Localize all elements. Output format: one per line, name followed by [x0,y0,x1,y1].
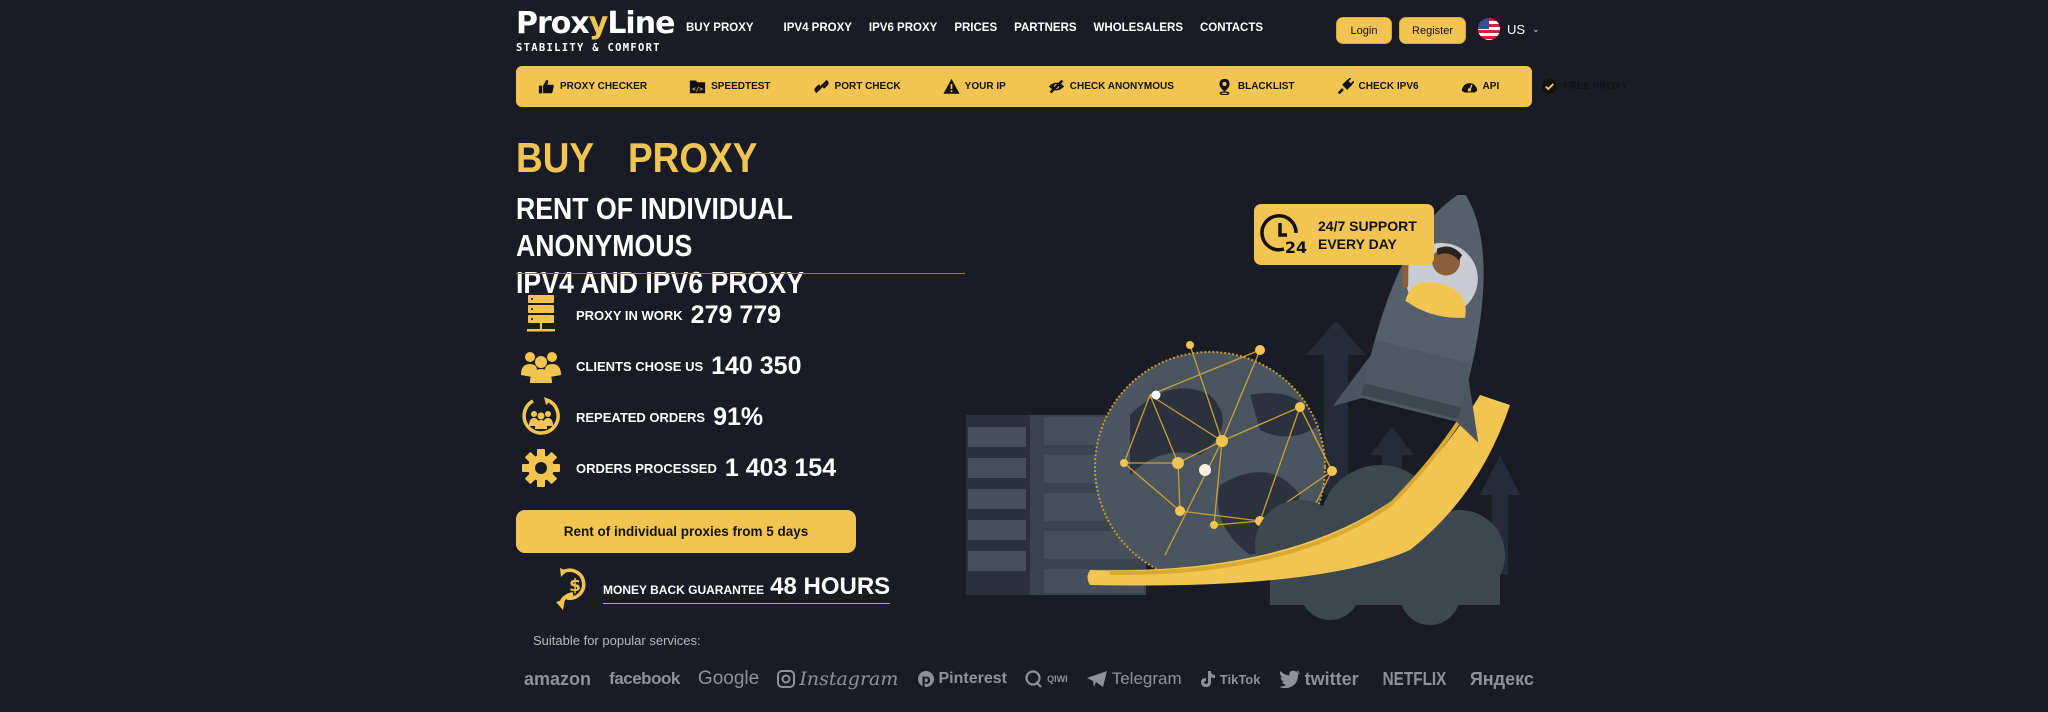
rent-proxies-button[interactable]: Rent of individual proxies from 5 days [516,510,856,553]
nav-partners[interactable]: PARTNERS [1014,22,1076,34]
tool-blacklist[interactable]: BLACKLIST [1216,78,1295,95]
repeat-users-icon [522,397,560,435]
brand-amazon: amazon [524,668,592,689]
logo-wordmark: ProxyLine [516,6,675,41]
brand-google: Google [697,668,760,689]
support-line1: 24/7 SUPPORT [1318,217,1417,234]
brand-twitter: twitter [1278,669,1359,690]
brand-pinterest: p Pinterest [917,670,1007,688]
pinterest-icon: p [917,671,934,688]
stat-orders-processed: ORDERS PROCESSED 1 403 154 [520,447,836,489]
support-line2: EVERY DAY [1318,235,1397,252]
tool-speedtest[interactable]: </> SPEEDTEST [689,78,771,95]
tool-check-ipv6[interactable]: CHECK IPV6 [1337,78,1419,95]
language-selector[interactable]: US ⌄ [1478,18,1540,40]
page-title: BUY PROXY [516,134,758,181]
stat-proxy-in-work: PROXY IN WORK 279 779 [520,294,781,336]
support-badge: 24 24/7 SUPPORT EVERY DAY [1254,204,1434,265]
users-icon [521,352,561,383]
divider [516,273,965,274]
tool-your-ip[interactable]: YOUR IP [943,78,1006,95]
svg-text:24: 24 [1285,238,1307,257]
check-circle-icon [1542,78,1558,95]
stat-clients: CLIENTS CHOSE US 140 350 [520,345,802,387]
logo-tagline: STABILITY & COMFORT [516,42,661,54]
brand-facebook: facebook [609,669,680,688]
tool-port-check[interactable]: PORT CHECK [813,78,901,95]
main-nav: BUY PROXY IPV4 PROXY IPV6 PROXY PRICES P… [686,22,1263,34]
nav-buy-proxy[interactable]: BUY PROXY [686,22,754,34]
tool-free-proxy[interactable]: FREE PROXY [1541,78,1628,95]
nav-ipv4-proxy[interactable]: IPV4 PROXY [784,22,852,34]
nav-ipv6-proxy[interactable]: IPV6 PROXY [869,22,937,34]
tiktok-icon [1200,671,1215,687]
language-code: US [1507,21,1526,37]
tools-bar: PROXY CHECKER </> SPEEDTEST PORT CHECK Y… [516,66,1628,107]
warning-icon [943,78,960,94]
brand-netflix: NETFLIX [1382,668,1447,689]
login-button[interactable]: Login [1336,17,1392,44]
plug-icon [1337,78,1354,95]
instagram-icon [777,670,796,688]
tool-check-anonymous[interactable]: CHECK ANONYMOUS [1048,78,1174,95]
svg-text:</>: </> [692,86,703,93]
gear-icon [522,449,560,487]
us-flag-icon [1478,18,1500,40]
brand-qiwi: QIWI [1025,670,1068,688]
svg-text:$: $ [569,576,581,596]
chevron-down-icon: ⌄ [1532,23,1540,34]
nav-prices[interactable]: PRICES [954,22,997,34]
code-folder-icon: </> [689,80,706,94]
brand-telegram: Telegram [1086,669,1182,689]
register-button[interactable]: Register [1399,17,1466,44]
qiwi-icon [1025,670,1042,688]
hero-illustration [966,195,1520,625]
eye-slash-icon [1048,79,1064,94]
tool-proxy-checker[interactable]: PROXY CHECKER [538,78,647,95]
brand-tiktok: TikTok [1200,670,1260,688]
stat-repeated-orders: REPEATED ORDERS 91% [520,396,763,438]
clock-24-icon: 24 [1260,213,1307,257]
tool-api[interactable]: API [1461,78,1499,95]
map-pin-icon [1219,78,1230,95]
thumbs-up-icon [538,79,554,94]
nav-wholesalers[interactable]: WHOLESALERS [1094,22,1183,34]
gauge-icon [1461,83,1477,93]
brand-logos: amazon facebook Google Instagram p Pinte… [524,668,1534,690]
svg-text:p: p [921,673,930,688]
server-icon [527,295,555,332]
brand-instagram: Instagram [777,668,898,690]
link-icon [813,79,829,94]
page-subtitle: RENT OF INDIVIDUAL ANONYMOUS IPV4 AND IP… [516,191,804,300]
money-back-guarantee: $ MONEY BACK GUARANTEE 48 HOURS [555,566,891,610]
brand-yandex: Яндекс [1469,668,1534,689]
nav-contacts[interactable]: CONTACTS [1200,22,1263,34]
twitter-icon [1278,670,1300,688]
telegram-icon [1086,671,1107,687]
money-back-icon: $ [556,568,586,610]
suitable-services-label: Suitable for popular services: [533,633,701,648]
logo[interactable]: ProxyLine STABILITY & COMFORT [516,6,675,55]
